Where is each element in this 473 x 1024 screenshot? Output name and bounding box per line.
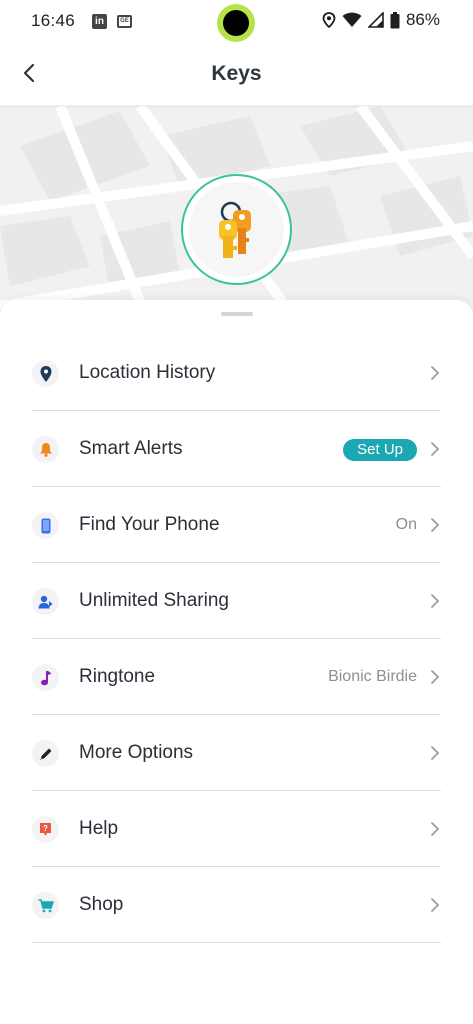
news-icon: GE (117, 15, 132, 28)
menu-item-label: Location History (79, 362, 216, 383)
menu-item-shop[interactable]: Shop (32, 867, 441, 943)
menu-item-location-history[interactable]: Location History (32, 335, 441, 411)
chevron-right-icon (431, 670, 440, 684)
chevron-right-icon (431, 442, 440, 456)
menu-item-value: Bionic Birdie (328, 668, 417, 685)
linkedin-icon: in (92, 14, 107, 29)
menu-item-more-options[interactable]: More Options (32, 715, 441, 791)
sheet-drag-handle[interactable] (221, 312, 253, 316)
chevron-right-icon (431, 822, 440, 836)
menu-item-label: More Options (79, 742, 194, 763)
setup-button[interactable]: Set Up (343, 439, 417, 461)
menu-item-label: Shop (79, 894, 124, 915)
chevron-right-icon (431, 746, 440, 760)
menu-item-ringtone[interactable]: Ringtone Bionic Birdie (32, 639, 441, 715)
options-list: Location History Smart Alerts Set Up Fin… (32, 335, 441, 943)
bell-icon (32, 436, 59, 463)
item-avatar[interactable] (181, 174, 292, 285)
help-icon: ? (32, 816, 59, 843)
app-header: Keys (0, 44, 473, 106)
status-bar: 16:46 in GE 86% (0, 0, 473, 44)
cart-icon (32, 892, 59, 919)
location-pin-icon (32, 360, 59, 387)
battery-level: 86% (405, 10, 440, 29)
chevron-right-icon (431, 898, 440, 912)
menu-item-label: Unlimited Sharing (79, 590, 229, 611)
phone-icon (32, 512, 59, 539)
status-time: 16:46 (31, 11, 76, 30)
options-sheet: Location History Smart Alerts Set Up Fin… (0, 300, 473, 1024)
chevron-right-icon (431, 366, 440, 380)
menu-item-smart-alerts[interactable]: Smart Alerts Set Up (32, 411, 441, 487)
music-note-icon (32, 664, 59, 691)
location-icon (322, 12, 336, 28)
pencil-icon (32, 740, 59, 767)
signal-icon (367, 12, 384, 28)
menu-item-help[interactable]: ? Help (32, 791, 441, 867)
menu-item-label: Find Your Phone (79, 514, 220, 535)
menu-item-label: Smart Alerts (79, 438, 183, 459)
battery-icon (390, 11, 400, 28)
chevron-right-icon (431, 518, 440, 532)
menu-item-label: Help (79, 818, 119, 839)
wifi-icon (342, 12, 362, 27)
chevron-right-icon (431, 594, 440, 608)
menu-item-value: On (395, 516, 417, 533)
camera-cutout (217, 4, 255, 42)
page-title: Keys (211, 62, 262, 85)
keys-icon (218, 201, 251, 258)
share-user-icon (32, 588, 59, 615)
menu-item-find-your-phone[interactable]: Find Your Phone On (32, 487, 441, 563)
avatar-inner (189, 182, 284, 277)
menu-item-label: Ringtone (79, 666, 156, 687)
status-icons: 86% (322, 10, 440, 30)
svg-text:?: ? (43, 824, 48, 833)
menu-item-unlimited-sharing[interactable]: Unlimited Sharing (32, 563, 441, 639)
